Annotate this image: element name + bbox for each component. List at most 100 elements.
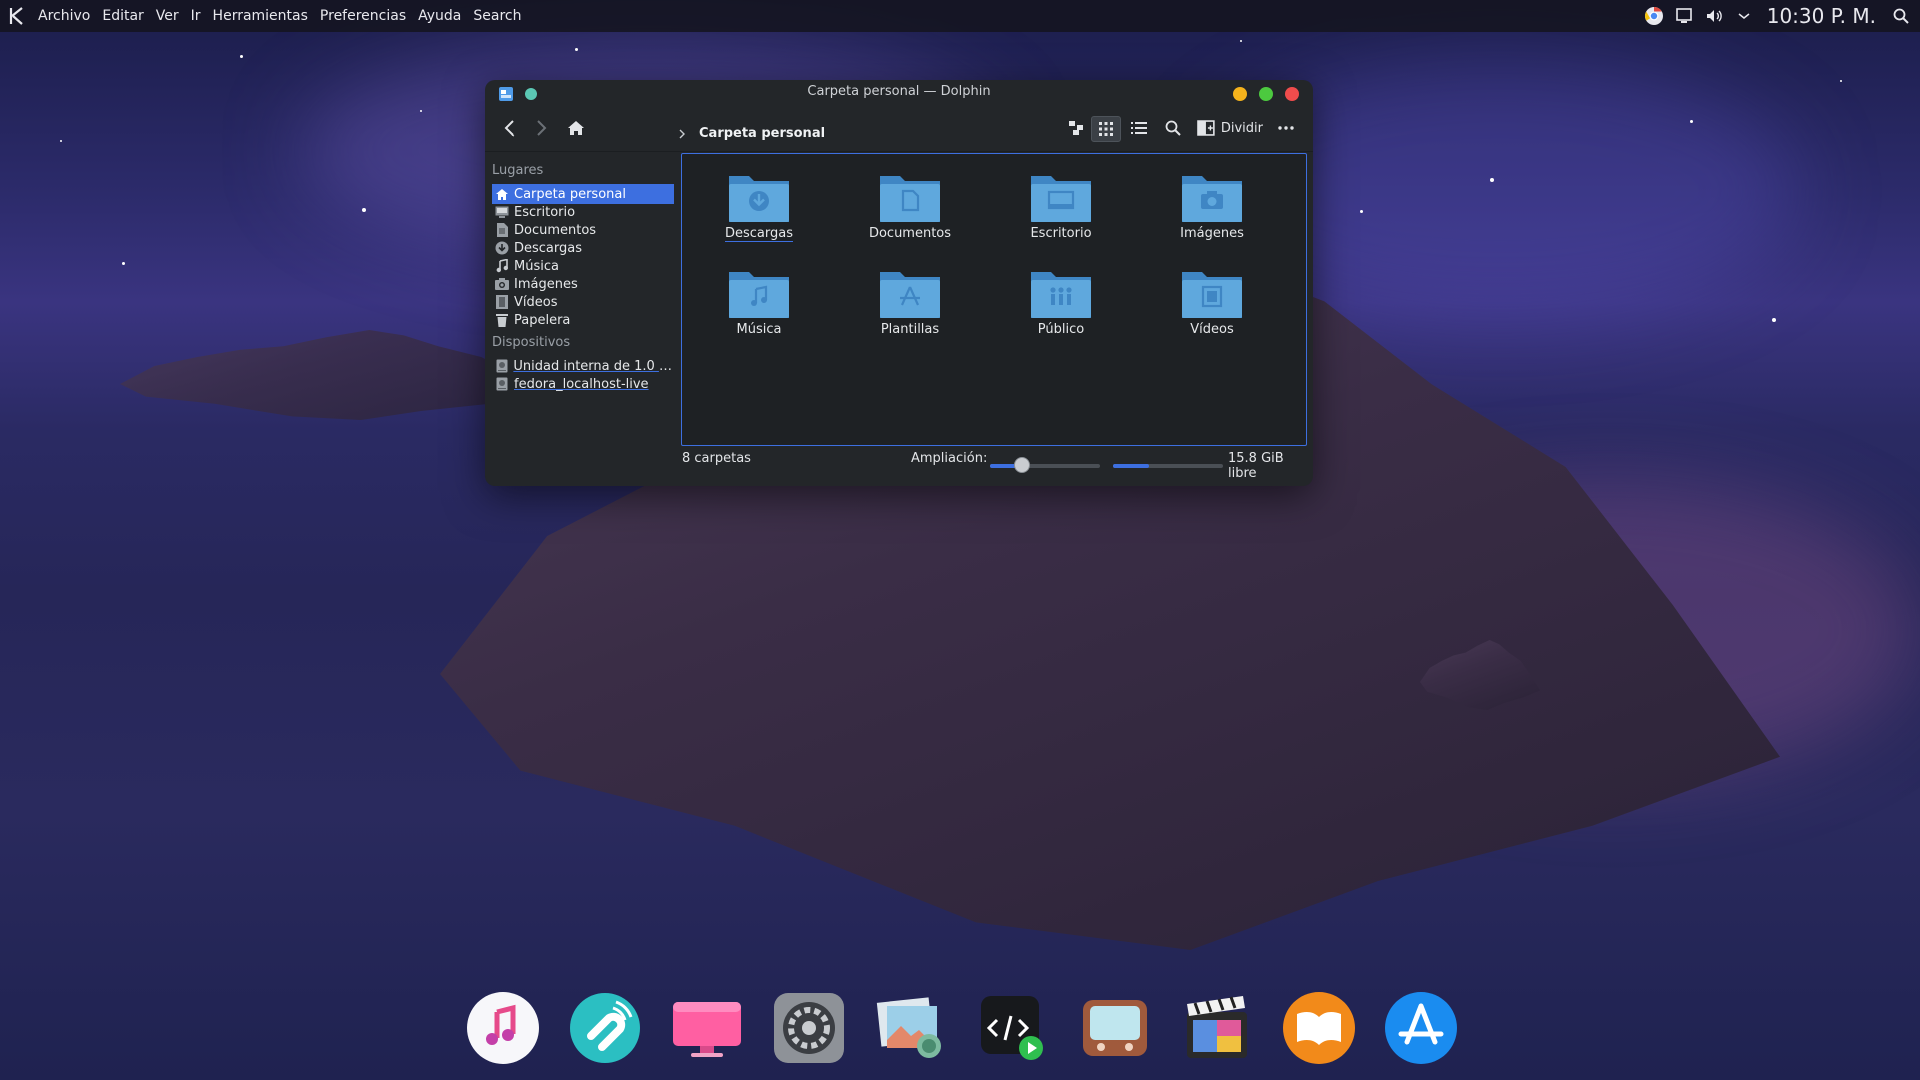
- menu-ver[interactable]: Ver: [150, 0, 185, 32]
- menu-preferencias[interactable]: Preferencias: [314, 0, 412, 32]
- music-icon: [495, 259, 509, 273]
- sidebar-item-fedora-live[interactable]: fedora_localhost-live: [492, 374, 674, 394]
- split-button[interactable]: Dividir: [1197, 116, 1263, 140]
- app-store-icon[interactable]: [1383, 990, 1459, 1066]
- folder-documentos[interactable]: Documentos: [855, 170, 965, 250]
- more-menu-button[interactable]: [1273, 116, 1299, 140]
- folder-musica[interactable]: Música: [704, 266, 814, 346]
- videos-icon: [495, 295, 509, 309]
- back-button[interactable]: [497, 116, 523, 140]
- folder-escritorio[interactable]: Escritorio: [1006, 170, 1116, 250]
- folder-descargas[interactable]: Descargas: [704, 170, 814, 250]
- places-header: Lugares: [492, 163, 544, 178]
- list-icon: [1131, 122, 1147, 134]
- sidebar-item-videos[interactable]: Vídeos: [492, 292, 674, 312]
- menu-editar[interactable]: Editar: [96, 0, 149, 32]
- breadcrumb-label: Carpeta personal: [699, 126, 826, 141]
- menu-ayuda[interactable]: Ayuda: [412, 0, 467, 32]
- sidebar-item-label: Carpeta personal: [514, 186, 626, 202]
- clipboard-monitor-icon[interactable]: [1669, 0, 1699, 32]
- folder-videos[interactable]: Vídeos: [1157, 266, 1267, 346]
- preview-app-icon[interactable]: [873, 990, 949, 1066]
- sidebar-item-label: Unidad interna de 1.0 G...: [513, 358, 674, 374]
- desktop-icon: [495, 205, 509, 219]
- star: [362, 208, 366, 212]
- sidebar-item-label: Escritorio: [514, 204, 576, 220]
- chrome-icon[interactable]: [1639, 0, 1669, 32]
- system-preferences-icon[interactable]: [771, 990, 847, 1066]
- folder-label: Documentos: [868, 226, 952, 241]
- file-view[interactable]: Descargas Documentos Escritorio Imágenes: [681, 153, 1307, 446]
- search-icon[interactable]: [1886, 0, 1916, 32]
- window-titlebar[interactable]: Carpeta personal — Dolphin: [485, 80, 1313, 106]
- close-button[interactable]: [1285, 87, 1299, 101]
- free-space-fill: [1113, 464, 1150, 468]
- chevron-down-icon[interactable]: [1729, 0, 1759, 32]
- top-menubar: Archivo Editar Ver Ir Herramientas Prefe…: [0, 0, 1920, 32]
- sidebar-item-musica[interactable]: Música: [492, 256, 674, 276]
- trash-icon: [495, 313, 509, 327]
- star: [1490, 178, 1494, 182]
- details-view-button[interactable]: [1125, 116, 1153, 140]
- search-icon: [1165, 120, 1181, 136]
- grid-icon: [1099, 122, 1113, 136]
- music-app-icon[interactable]: [465, 990, 541, 1066]
- sidebar-item-internal-drive[interactable]: Unidad interna de 1.0 G...: [492, 356, 674, 376]
- kde-k-icon[interactable]: [2, 0, 32, 32]
- sidebar-item-carpeta-personal[interactable]: Carpeta personal: [492, 184, 674, 204]
- star: [1690, 120, 1693, 123]
- sidebar-item-descargas[interactable]: Descargas: [492, 238, 674, 258]
- menu-herramientas[interactable]: Herramientas: [207, 0, 314, 32]
- star: [1360, 210, 1363, 213]
- folder-label: Imágenes: [1180, 226, 1244, 241]
- pictures-folder-icon: [1182, 176, 1242, 222]
- menu-archivo[interactable]: Archivo: [32, 0, 96, 32]
- free-space-label: 15.8 GiB libre: [1228, 451, 1284, 481]
- star: [1772, 318, 1776, 322]
- forward-button[interactable]: [529, 116, 553, 140]
- star: [1240, 40, 1242, 42]
- sidebar-item-escritorio[interactable]: Escritorio: [492, 202, 674, 222]
- code-editor-icon[interactable]: [975, 990, 1051, 1066]
- star: [60, 140, 62, 142]
- videos-folder-icon: [1182, 272, 1242, 318]
- sidebar-item-documentos[interactable]: Documentos: [492, 220, 674, 240]
- sidebar-item-papelera[interactable]: Papelera: [492, 310, 674, 330]
- star: [122, 262, 125, 265]
- menu-ir[interactable]: Ir: [185, 0, 207, 32]
- zoom-slider-handle[interactable]: [1013, 457, 1030, 473]
- breadcrumb[interactable]: Carpeta personal: [677, 126, 825, 141]
- downloads-icon: [495, 241, 509, 255]
- sidebar-item-label: Descargas: [514, 240, 583, 256]
- icons-view-button[interactable]: [1091, 116, 1121, 142]
- split-view-icon: [1197, 120, 1215, 136]
- clock[interactable]: 10:30 P. M.: [1759, 4, 1886, 28]
- desktop-folder-icon: [1031, 176, 1091, 222]
- tv-app-icon[interactable]: [1077, 990, 1153, 1066]
- folder-publico[interactable]: Público: [1006, 266, 1116, 346]
- menu-search[interactable]: Search: [467, 0, 527, 32]
- imac-app-icon[interactable]: [669, 990, 745, 1066]
- minimize-button[interactable]: [1233, 87, 1247, 101]
- maximize-button[interactable]: [1259, 87, 1273, 101]
- pictures-icon: [495, 277, 509, 291]
- sidebar-item-imagenes[interactable]: Imágenes: [492, 274, 674, 294]
- star: [240, 55, 243, 58]
- final-cut-icon[interactable]: [1179, 990, 1255, 1066]
- search-button[interactable]: [1159, 116, 1187, 140]
- breadcrumb-chevron-icon: [679, 129, 685, 138]
- public-folder-icon: [1031, 272, 1091, 318]
- devices-header: Dispositivos: [492, 335, 571, 350]
- books-app-icon[interactable]: [1281, 990, 1357, 1066]
- zoom-slider[interactable]: [990, 457, 1100, 473]
- folder-plantillas[interactable]: Plantillas: [855, 266, 965, 346]
- magnet-app-icon[interactable]: [567, 990, 643, 1066]
- folder-imagenes[interactable]: Imágenes: [1157, 170, 1267, 250]
- star: [420, 110, 422, 112]
- share-icon[interactable]: [1063, 116, 1089, 140]
- volume-icon[interactable]: [1699, 0, 1729, 32]
- home-icon: [495, 187, 509, 201]
- drive-icon: [495, 359, 508, 373]
- templates-folder-icon: [880, 272, 940, 318]
- home-button[interactable]: [563, 116, 589, 140]
